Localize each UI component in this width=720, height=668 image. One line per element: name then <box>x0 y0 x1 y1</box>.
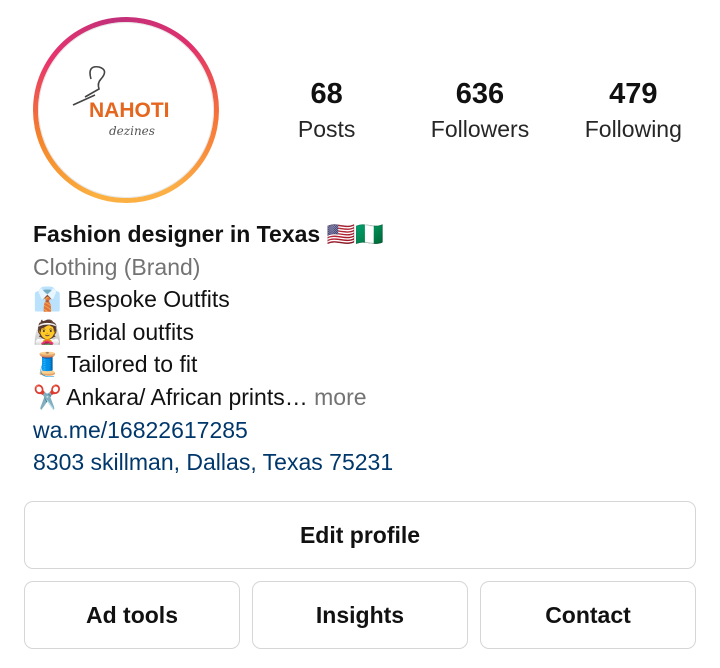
posts-count: 68 <box>310 78 343 110</box>
bio-line-text: Tailored to fit <box>66 351 198 378</box>
profile-bio: Fashion designer in Texas 🇺🇸🇳🇬 Clothing … <box>33 218 693 479</box>
bio-line-text: Bespoke Outfits <box>67 286 230 313</box>
bio-line-text: Bridal outfits <box>67 318 194 345</box>
bio-line-1: 👔 Bespoke Outfits <box>33 283 693 316</box>
followers-count: 636 <box>455 78 505 110</box>
bio-line-text: Ankara/ African prints… <box>66 383 308 410</box>
profile-stats: 68 Posts 636 Followers 479 Following <box>250 76 710 146</box>
ad-tools-button[interactable]: Ad tools <box>24 581 240 649</box>
stat-posts[interactable]: 68 Posts <box>250 76 403 146</box>
bio-line-4: ✂️ Ankara/ African prints… more <box>33 381 693 414</box>
hanger-icon: NAHOTI dezines <box>72 65 170 138</box>
stat-followers[interactable]: 636 Followers <box>403 76 556 146</box>
bio-website-link[interactable]: wa.me/16822617285 <box>33 414 693 447</box>
profile-category: Clothing (Brand) <box>33 253 201 280</box>
posts-label: Posts <box>297 116 356 142</box>
bio-line-2: 👰 Bridal outfits <box>33 316 693 349</box>
thread-spool-icon: 🧵 <box>33 351 62 378</box>
following-count: 479 <box>609 78 658 110</box>
following-label: Following <box>584 116 682 142</box>
insights-button[interactable]: Insights <box>252 581 468 649</box>
bio-line-3: 🧵 Tailored to fit <box>33 348 693 381</box>
contact-button[interactable]: Contact <box>480 581 696 649</box>
scissors-icon: ✂️ <box>33 383 62 410</box>
edit-profile-button[interactable]: Edit profile <box>24 501 696 569</box>
bio-address-link[interactable]: 8303 skillman, Dallas, Texas 75231 <box>33 446 693 479</box>
followers-label: Followers <box>430 116 530 142</box>
logo-text-sub: dezines <box>109 124 155 138</box>
logo-text-main: NAHOTI <box>89 99 170 122</box>
brand-logo: NAHOTI dezines <box>38 22 214 198</box>
bride-icon: 👰 <box>33 318 62 345</box>
profile-name: Fashion designer in Texas 🇺🇸🇳🇬 <box>33 221 384 247</box>
necktie-icon: 👔 <box>33 286 62 313</box>
profile-avatar[interactable]: NAHOTI dezines <box>33 17 219 203</box>
bio-more-link[interactable]: more <box>308 384 366 410</box>
stat-following[interactable]: 479 Following <box>557 76 710 146</box>
